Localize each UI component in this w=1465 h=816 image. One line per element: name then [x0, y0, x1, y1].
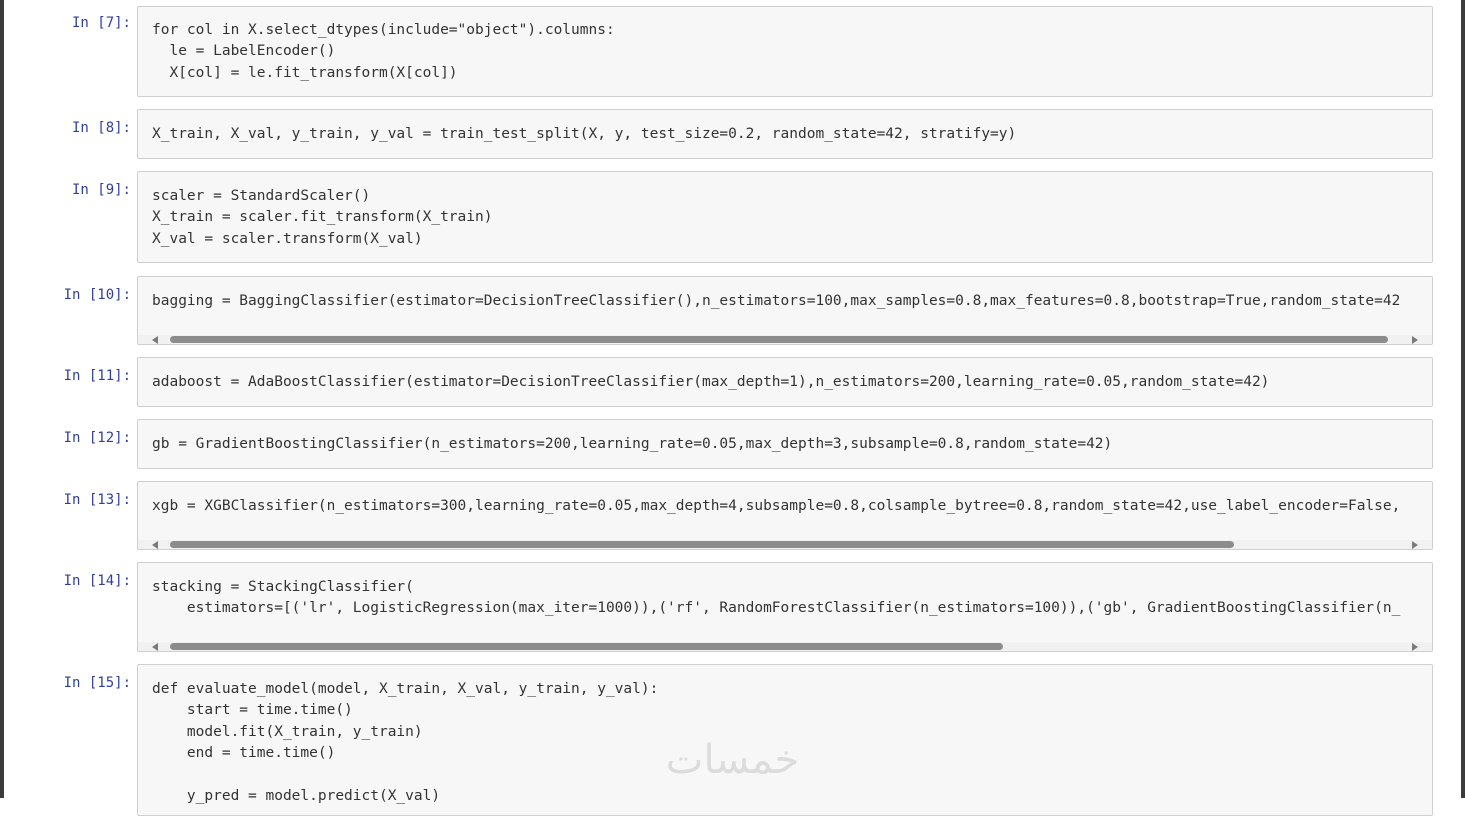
code-input-area[interactable]: bagging = BaggingClassifier(estimator=De… [137, 276, 1433, 345]
horizontal-scrollbar[interactable] [138, 642, 1432, 651]
code-line: model.fit(X_train, y_train) [152, 723, 423, 740]
scroll-right-arrow-icon[interactable] [1412, 336, 1418, 344]
code-line: stacking = StackingClassifier( [152, 579, 414, 595]
code-input-area[interactable]: gb = GradientBoostingClassifier(n_estima… [137, 419, 1433, 469]
input-prompt: In [13]: [63, 492, 131, 508]
code-block[interactable]: stacking = StackingClassifier( estimator… [152, 577, 1400, 620]
scroll-left-arrow-icon[interactable] [152, 643, 158, 651]
notebook-cell-9[interactable]: In [9]: scaler = StandardScaler() X_trai… [0, 170, 1440, 265]
input-prompt: In [10]: [63, 287, 131, 303]
code-block[interactable]: def evaluate_model(model, X_train, X_val… [152, 679, 658, 807]
scrollbar-thumb[interactable] [170, 643, 1003, 650]
input-prompt: In [7]: [71, 15, 131, 31]
code-input-area[interactable]: stacking = StackingClassifier( estimator… [137, 562, 1433, 652]
code-input-area[interactable]: adaboost = AdaBoostClassifier(estimator=… [137, 357, 1433, 407]
code-line: gb = GradientBoostingClassifier(n_estima… [152, 436, 1113, 452]
input-prompt: In [11]: [63, 368, 131, 384]
scroll-right-arrow-icon[interactable] [1412, 643, 1418, 651]
code-block[interactable]: X_train, X_val, y_train, y_val = train_t… [152, 124, 1016, 145]
notebook-cell-11[interactable]: In [11]: adaboost = AdaBoostClassifier(e… [0, 356, 1440, 408]
code-line: for col in X.select_dtypes(include="obje… [152, 22, 615, 38]
input-prompt: In [12]: [63, 430, 131, 446]
code-block[interactable]: gb = GradientBoostingClassifier(n_estima… [152, 434, 1112, 455]
code-input-area[interactable]: X_train, X_val, y_train, y_val = train_t… [137, 109, 1433, 159]
scrollbar-thumb[interactable] [170, 541, 1234, 548]
code-input-area[interactable]: for col in X.select_dtypes(include="obje… [137, 6, 1433, 97]
notebook-cell-10[interactable]: In [10]: bagging = BaggingClassifier(est… [0, 275, 1440, 345]
notebook-cell-7[interactable]: In [7]: for col in X.select_dtypes(inclu… [0, 0, 1440, 100]
code-input-area[interactable]: xgb = XGBClassifier(n_estimators=300,lea… [137, 481, 1433, 550]
scroll-left-arrow-icon[interactable] [152, 541, 158, 549]
code-block[interactable]: adaboost = AdaBoostClassifier(estimator=… [152, 372, 1269, 393]
horizontal-scrollbar[interactable] [138, 335, 1432, 344]
code-block[interactable]: for col in X.select_dtypes(include="obje… [152, 20, 615, 84]
code-line: end = time.time() [152, 745, 336, 762]
window-right-border [1461, 0, 1465, 798]
code-line: y_pred = model.predict(X_val) [152, 788, 441, 805]
code-line: start = time.time() [152, 702, 353, 719]
input-prompt: In [9]: [71, 182, 131, 198]
input-prompt: In [15]: [63, 675, 131, 691]
input-prompt: In [8]: [71, 120, 131, 136]
horizontal-scrollbar[interactable] [138, 540, 1432, 549]
notebook-cell-14[interactable]: In [14]: stacking = StackingClassifier( … [0, 561, 1440, 653]
scrollbar-thumb[interactable] [170, 336, 1388, 343]
scroll-right-arrow-icon[interactable] [1412, 541, 1418, 549]
scroll-left-arrow-icon[interactable] [152, 336, 158, 344]
notebook-cell-8[interactable]: In [8]: X_train, X_val, y_train, y_val =… [0, 108, 1440, 163]
watermark-logo: خمسات [665, 737, 800, 783]
code-line: scaler = StandardScaler() [152, 188, 371, 204]
code-line: def evaluate_model(model, X_train, X_val… [152, 681, 659, 697]
notebook-cell-12[interactable]: In [12]: gb = GradientBoostingClassifier… [0, 418, 1440, 470]
code-block[interactable]: xgb = XGBClassifier(n_estimators=300,lea… [152, 496, 1400, 517]
code-block[interactable]: bagging = BaggingClassifier(estimator=De… [152, 291, 1400, 312]
code-line: adaboost = AdaBoostClassifier(estimator=… [152, 374, 1270, 390]
notebook-cell-13[interactable]: In [13]: xgb = XGBClassifier(n_estimator… [0, 480, 1440, 552]
code-line: X_train = scaler.fit_transform(X_train) [152, 209, 493, 226]
code-line: estimators=[('lr', LogisticRegression(ma… [152, 600, 1401, 617]
code-line: X_val = scaler.transform(X_val) [152, 230, 423, 247]
code-block[interactable]: scaler = StandardScaler() X_train = scal… [152, 186, 492, 250]
code-line: le = LabelEncoder() [152, 43, 336, 60]
code-line: bagging = BaggingClassifier(estimator=De… [152, 293, 1401, 309]
code-input-area[interactable]: scaler = StandardScaler() X_train = scal… [137, 171, 1433, 263]
code-line: X_train, X_val, y_train, y_val = train_t… [152, 126, 1017, 142]
code-line: xgb = XGBClassifier(n_estimators=300,lea… [152, 498, 1401, 514]
input-prompt: In [14]: [63, 573, 131, 589]
code-line: X[col] = le.fit_transform(X[col]) [152, 64, 458, 81]
